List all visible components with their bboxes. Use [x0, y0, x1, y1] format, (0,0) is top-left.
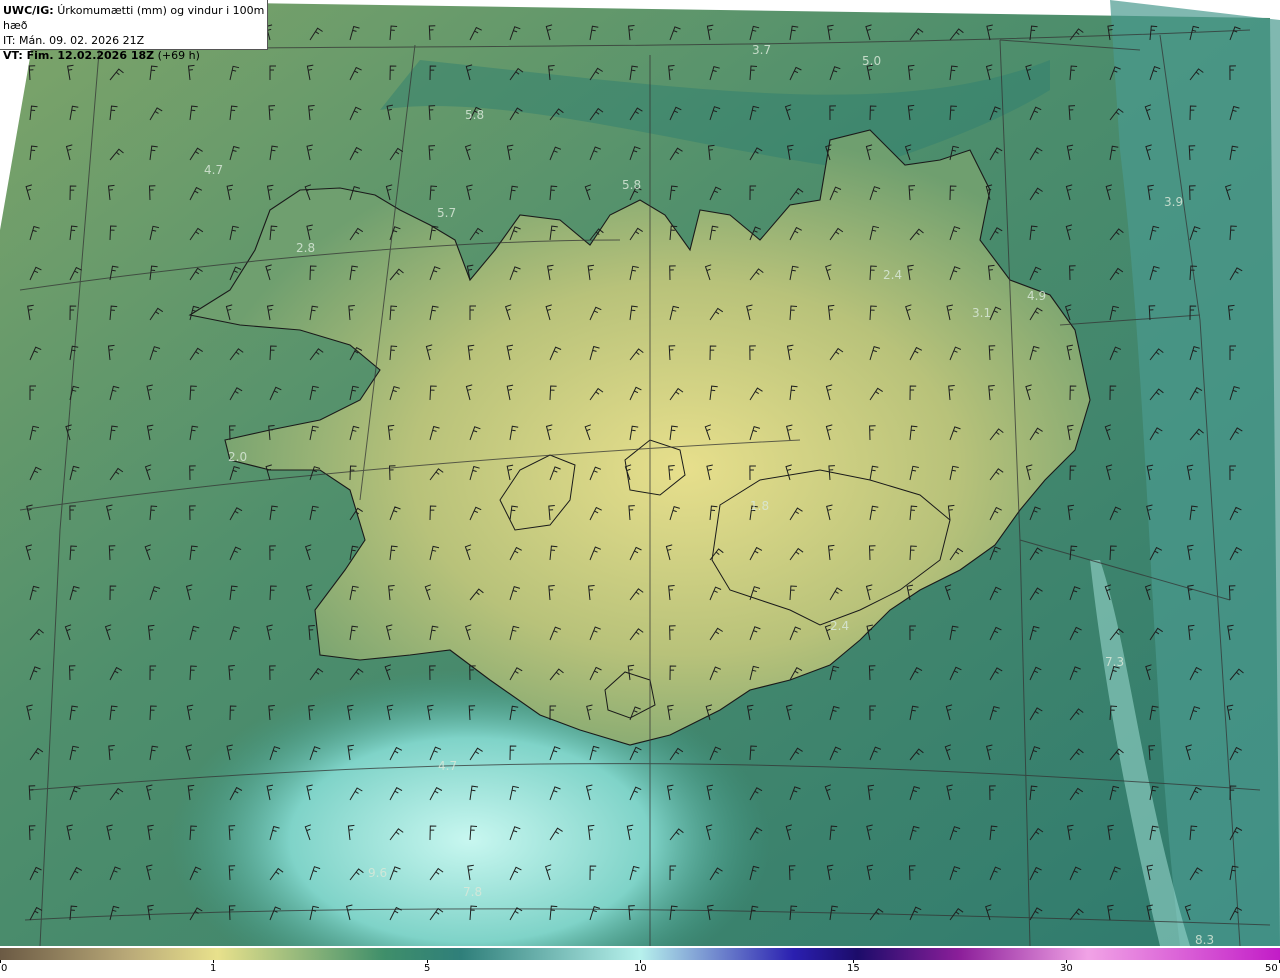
colorbar-tick-label: 15: [847, 963, 860, 974]
map-value-label: 3.1: [972, 306, 991, 320]
map-value-label: 4.9: [1027, 289, 1046, 303]
colorbar-tick-label: 5: [424, 963, 431, 974]
colorbar-tick-label: 50: [1265, 963, 1278, 974]
forecast-map: 3.7 5.0 5.8 4.7 5.8 5.7 3.9 2.8 2.4 4.9 …: [0, 0, 1280, 946]
map-value-label: 5.8: [465, 108, 484, 122]
map-value-label: 7.8: [463, 885, 482, 899]
map-value-label: 5.7: [437, 206, 456, 220]
product-code: UWC/IG:: [3, 4, 54, 17]
map-value-label: 3.7: [752, 43, 771, 57]
colorbar-tick-label: 1: [210, 963, 217, 974]
map-value-label: 2.4: [883, 268, 902, 282]
map-value-label: 4.7: [204, 163, 223, 177]
colorbar-strip: [0, 948, 1280, 960]
map-info-box: UWC/IG: Úrkomumætti (mm) og vindur i 100…: [0, 0, 268, 62]
title-line: UWC/IG: Úrkomumætti (mm) og vindur i 100…: [3, 3, 267, 33]
map-value-label: 3.9: [1164, 195, 1183, 209]
map-value-label: 4.7: [438, 759, 457, 773]
init-time: IT: Mán. 09. 02. 2026 21Z: [3, 34, 145, 47]
colorbar-tick-label: 10: [634, 963, 647, 974]
map-value-label: 2.8: [296, 241, 315, 255]
map-value-label: 2.4: [830, 619, 849, 633]
map-value-label: 8.3: [1195, 933, 1214, 946]
colorbar-legend: 0 1 5 10 15 30 50: [0, 946, 1280, 978]
map-value-label: 5.8: [622, 178, 641, 192]
valid-time: VT: Fim. 12.02.2026 18Z: [3, 49, 155, 62]
colorbar-tick-label: 30: [1060, 963, 1073, 974]
map-value-label: 1.8: [750, 499, 769, 513]
colorbar-tick-label: 0: [1, 963, 8, 974]
valid-time-line: VT: Fim. 12.02.2026 18Z (+69 h): [3, 48, 267, 63]
lead-time: (+69 h): [157, 49, 200, 62]
map-value-label: 7.3: [1105, 655, 1124, 669]
map-value-label: 5.0: [862, 54, 881, 68]
map-value-label: 9.6: [368, 866, 387, 880]
map-value-label: 2.0: [228, 450, 247, 464]
